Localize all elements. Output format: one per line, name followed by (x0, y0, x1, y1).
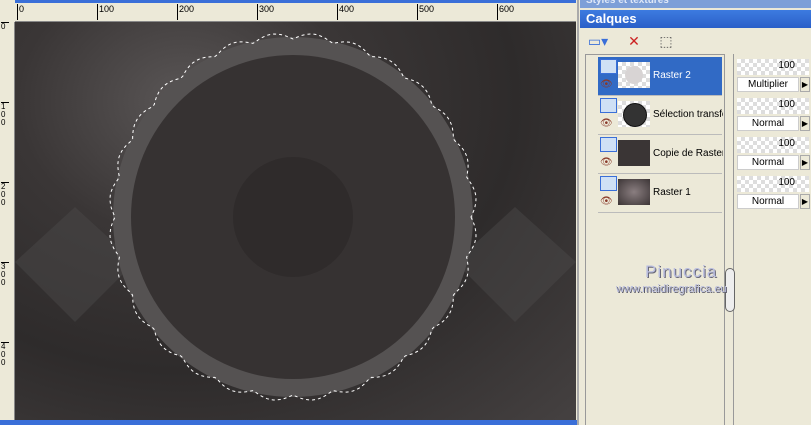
blend-mode-select[interactable]: Normal (737, 194, 799, 209)
layer-row[interactable]: 👁 Raster 1 (598, 174, 722, 213)
visibility-eye-icon[interactable]: 👁 (600, 80, 613, 90)
layer-name: Raster 1 (653, 187, 691, 198)
visibility-eye-icon[interactable]: 👁 (600, 197, 613, 207)
layer-row[interactable]: 👁 Copie de Raster (598, 135, 723, 174)
ruler-label: 1 0 0 (1, 102, 9, 127)
status-bar (0, 420, 580, 425)
layer-thumbnail (618, 179, 650, 205)
layer-thumbnail (618, 140, 650, 166)
visibility-eye-icon[interactable]: 👁 (600, 158, 613, 168)
layer-type-icon (600, 59, 617, 74)
edit-selection-icon[interactable]: ⬚ (654, 32, 678, 50)
layer-name: Raster 2 (653, 70, 691, 81)
opacity-slider[interactable]: 100 (737, 98, 809, 114)
opacity-slider[interactable]: 100 (737, 59, 809, 75)
visibility-eye-icon[interactable]: 👁 (600, 119, 613, 129)
horizontal-ruler: 0 100 200 300 400 500 600 (15, 0, 576, 22)
layer-row[interactable]: 👁 Sélection transformée (598, 96, 723, 135)
layer-type-icon (600, 98, 617, 113)
layer-row[interactable]: 👁 Raster 2 (598, 57, 722, 96)
vertical-ruler: 0 1 0 0 2 0 0 3 0 0 4 0 0 (0, 22, 15, 420)
layers-panel-title[interactable]: Calques (580, 10, 811, 28)
blend-arrow-icon[interactable]: ▶ (800, 77, 810, 92)
layer-properties: 100 Multiplier ▶ 100 Normal ▶ 100 Normal ▶ 100… (733, 54, 811, 425)
blend-mode-select[interactable]: Normal (737, 116, 799, 131)
watermark-url: www.maidiregrafica.eu (616, 283, 727, 295)
image-canvas[interactable] (15, 22, 576, 420)
layer-type-icon (600, 176, 617, 191)
layer-thumbnail (618, 101, 650, 127)
ruler-label: 100 (97, 4, 114, 20)
ruler-label: 3 0 0 (1, 262, 9, 287)
opacity-slider[interactable]: 100 (737, 176, 809, 192)
ruler-label: 200 (177, 4, 194, 20)
ruler-label: 2 0 0 (1, 182, 9, 207)
ruler-label: 0 (1, 22, 9, 31)
ruler-label: 0 (17, 4, 24, 20)
blend-arrow-icon[interactable]: ▶ (800, 194, 810, 209)
blend-arrow-icon[interactable]: ▶ (800, 155, 810, 170)
canvas-artwork (15, 33, 576, 401)
ruler-label: 600 (497, 4, 514, 20)
ruler-label: 4 0 0 (1, 342, 9, 367)
layer-thumbnail (618, 62, 650, 88)
blend-arrow-icon[interactable]: ▶ (800, 116, 810, 131)
layer-list: 👁 Raster 2 👁 Sélection transformée 👁 Cop… (585, 54, 725, 425)
new-layer-icon[interactable]: ▭▾ (586, 32, 610, 50)
watermark-name: Pinuccia (645, 262, 718, 281)
blend-mode-select[interactable]: Multiplier (737, 77, 799, 92)
ruler-label: 400 (337, 4, 354, 20)
delete-layer-icon[interactable]: ✕ (622, 32, 646, 50)
opacity-slider[interactable]: 100 (737, 137, 809, 153)
ruler-label: 500 (417, 4, 434, 20)
layer-type-icon (600, 137, 617, 152)
layer-name: Copie de Raster (653, 148, 723, 159)
layer-name: Sélection transformée (653, 109, 723, 120)
blend-mode-select[interactable]: Normal (737, 155, 799, 170)
ruler-label: 300 (257, 4, 274, 20)
styles-panel-title[interactable]: Styles et textures (580, 0, 811, 8)
